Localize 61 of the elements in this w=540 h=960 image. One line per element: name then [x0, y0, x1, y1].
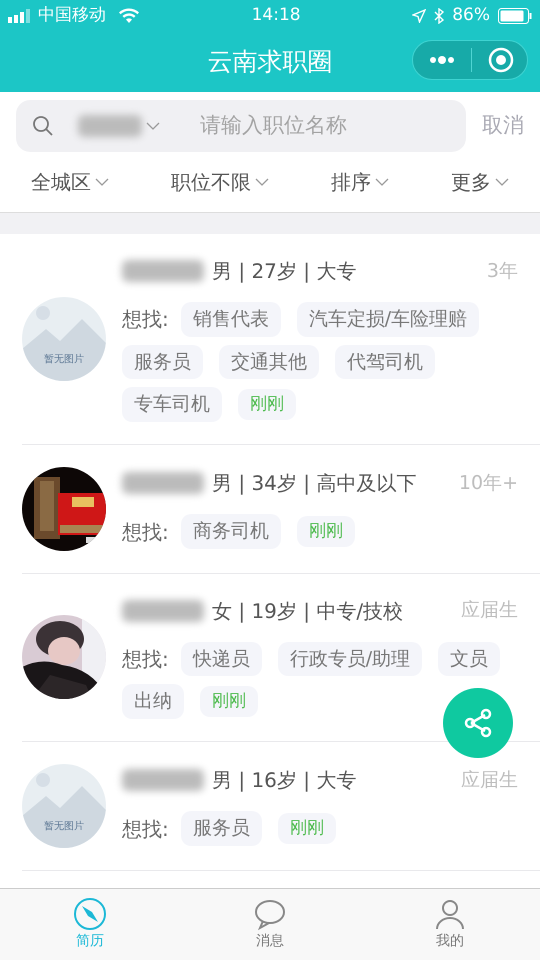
filter-dropdown[interactable]: 更多	[445, 166, 515, 198]
experience-years: 3年	[486, 258, 518, 284]
battery-percent: 86%	[452, 4, 490, 28]
caret-icon	[255, 178, 269, 186]
want-label: 想找:	[122, 518, 169, 546]
location-icon	[412, 9, 426, 23]
chat-icon	[253, 897, 287, 931]
filter-dropdown[interactable]: 全城区	[25, 166, 115, 198]
more-icon[interactable]	[429, 55, 455, 65]
want-label: 想找:	[122, 816, 169, 842]
placeholder-text: 暂无图片	[44, 352, 84, 367]
tab-item[interactable]: 消息	[247, 896, 293, 953]
job-tag: 服务员	[122, 344, 203, 379]
time-tag: 刚刚	[296, 516, 355, 548]
tab-item[interactable]: 我的	[427, 896, 473, 953]
job-tag: 快递员	[180, 642, 262, 676]
tab-item[interactable]: 简历	[67, 896, 113, 953]
job-tag: 文员	[438, 642, 500, 676]
cancel-button[interactable]: 取消	[482, 110, 524, 142]
search-icon	[32, 115, 54, 137]
time-tag: 刚刚	[200, 686, 258, 717]
job-tag: 代驾司机	[335, 344, 435, 379]
page-title: 云南求职圈	[208, 46, 332, 78]
candidate-info: 男 | 27岁 | 大专	[212, 258, 356, 285]
want-label: 想找:	[122, 306, 169, 334]
job-tag: 专车司机	[122, 387, 222, 422]
filter-dropdown[interactable]: 排序	[325, 166, 395, 198]
wifi-icon	[118, 8, 140, 24]
time-tag: 刚刚	[278, 812, 336, 844]
caret-icon	[495, 178, 509, 186]
job-tag: 商务司机	[180, 514, 281, 549]
want-label: 想找:	[122, 646, 169, 673]
caret-icon	[146, 122, 160, 130]
job-tag: 行政专员/助理	[278, 642, 422, 676]
job-tag: 汽车定损/车险理赔	[296, 302, 480, 336]
close-icon[interactable]	[488, 47, 514, 73]
search-field[interactable]: 请输入职位名称	[16, 100, 466, 152]
job-tag: 销售代表	[180, 302, 281, 336]
carrier-name: 中国移动	[38, 4, 106, 28]
candidate-info: 女 | 19岁 | 中专/技校	[212, 598, 404, 625]
battery-icon	[498, 8, 532, 24]
capsule-menu[interactable]	[412, 40, 528, 80]
experience-years: 10年+	[458, 471, 518, 496]
share-icon	[462, 707, 494, 739]
filter-dropdown[interactable]: 职位不限	[165, 166, 275, 198]
experience-years: 应届生	[461, 768, 518, 793]
caret-icon	[375, 178, 389, 186]
bluetooth-icon	[434, 8, 444, 24]
clock-time: 14:18	[252, 4, 301, 28]
caret-icon	[95, 178, 109, 186]
candidate-info: 男 | 34岁 | 高中及以下	[212, 470, 416, 498]
placeholder-text: 暂无图片	[44, 820, 84, 834]
user-icon	[433, 897, 467, 931]
compass-icon	[73, 897, 107, 931]
city-select[interactable]	[78, 115, 160, 137]
experience-years: 应届生	[461, 598, 518, 624]
job-tag: 服务员	[180, 811, 262, 846]
job-tag: 交通其他	[219, 344, 319, 379]
job-tag: 出纳	[122, 684, 184, 718]
candidate-info: 男 | 16岁 | 大专	[212, 767, 356, 794]
time-tag: 刚刚	[238, 388, 296, 420]
